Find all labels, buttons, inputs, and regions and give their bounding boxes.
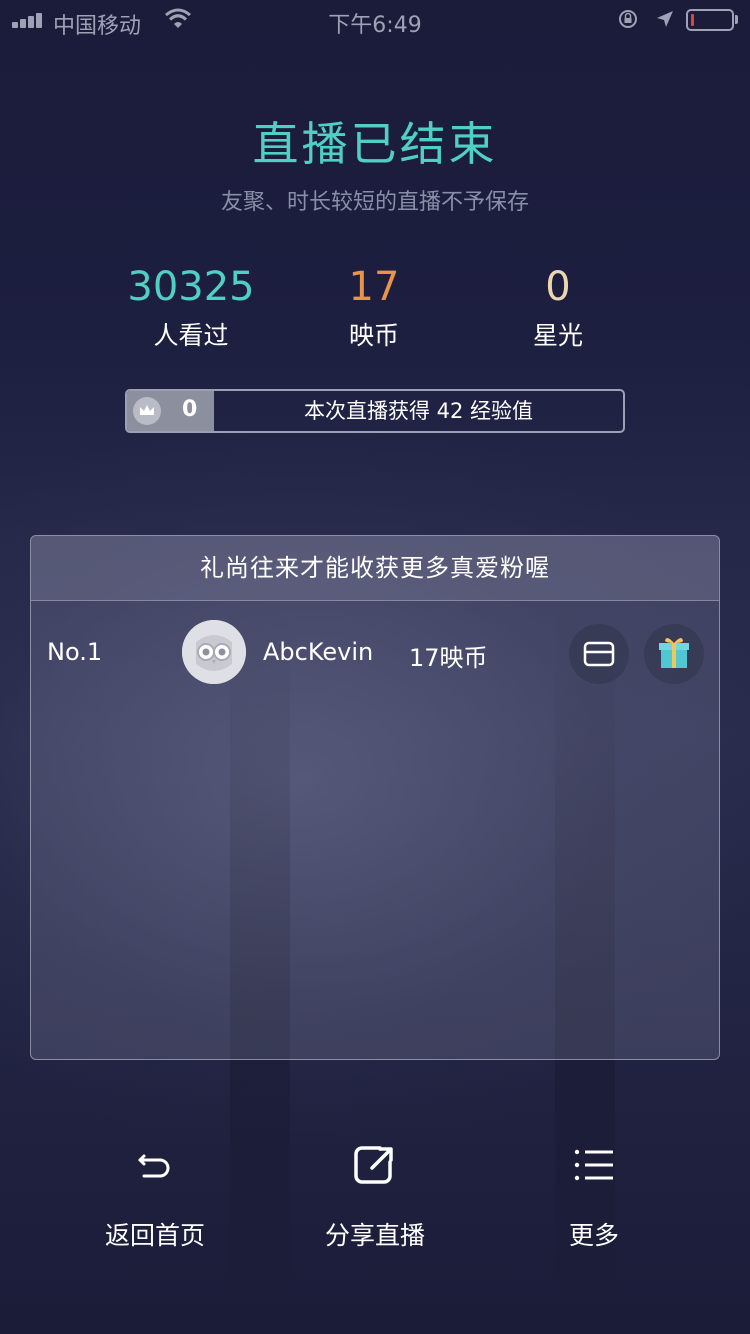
share-live-button[interactable]: 分享直播	[275, 1140, 475, 1252]
gift-icon	[659, 637, 689, 668]
stat-value: 0	[545, 264, 571, 310]
share-live-label: 分享直播	[324, 1221, 425, 1250]
experience-bar: 0 本次直播获得 42 经验值	[125, 389, 625, 433]
avatar[interactable]	[182, 620, 246, 684]
message-button[interactable]	[569, 624, 629, 684]
rotation-lock-icon	[619, 10, 637, 28]
more-label: 更多	[568, 1221, 619, 1250]
list-icon	[574, 1149, 613, 1181]
more-button[interactable]: 更多	[494, 1140, 694, 1252]
battery-icon	[686, 9, 734, 31]
location-arrow-icon	[657, 11, 673, 27]
fan-rank: No.1	[47, 638, 103, 666]
experience-level-box: 0	[127, 391, 214, 431]
fan-name[interactable]: AbcKevin	[263, 638, 373, 666]
stat-coins: 17 映币	[284, 262, 464, 352]
envelope-icon	[583, 641, 615, 667]
stat-label: 人看过	[153, 321, 229, 350]
top-fans-panel: 礼尚往来才能收获更多真爱粉喔 No.1 AbcKevin 17映币	[30, 535, 720, 1060]
stat-starlight: 0 星光	[468, 262, 648, 352]
share-icon	[354, 1146, 393, 1184]
experience-level: 0	[182, 397, 198, 422]
status-bar: 中国移动 下午6:49	[0, 0, 750, 40]
stat-viewers: 30325 人看过	[101, 262, 281, 352]
stat-value: 30325	[127, 264, 255, 310]
crown-icon	[133, 397, 161, 425]
experience-text: 本次直播获得 42 经验值	[303, 399, 534, 423]
owl-avatar-icon	[182, 620, 246, 684]
gift-button[interactable]	[644, 624, 704, 684]
page-title: 直播已结束	[252, 117, 498, 171]
return-icon	[138, 1154, 170, 1178]
fan-coins: 17映币	[409, 644, 488, 672]
battery-nub	[735, 15, 738, 24]
stat-label: 星光	[532, 321, 583, 350]
fan-row: No.1 AbcKevin 17映币	[31, 606, 719, 698]
return-home-button[interactable]: 返回首页	[55, 1140, 255, 1252]
panel-title: 礼尚往来才能收获更多真爱粉喔	[31, 536, 719, 601]
stat-value: 17	[348, 264, 400, 310]
stat-label: 映币	[348, 321, 399, 350]
return-home-label: 返回首页	[104, 1221, 205, 1250]
page-subtitle: 友聚、时长较短的直播不予保存	[220, 190, 529, 215]
